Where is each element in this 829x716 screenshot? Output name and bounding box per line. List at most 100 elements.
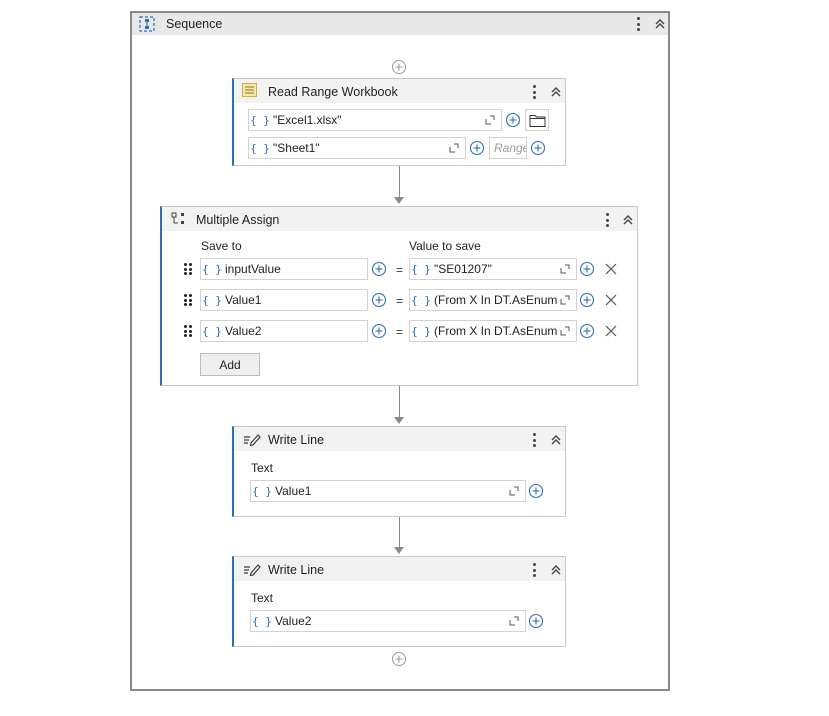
range-placeholder: Range [494, 141, 526, 155]
sheet-plus-icon[interactable] [469, 140, 485, 156]
equals-sign: = [396, 294, 404, 308]
write-line-text-value: Value2 [275, 614, 312, 628]
expression-brace-icon: { } [252, 614, 272, 628]
assign-target-value: Value1 [225, 293, 262, 307]
write-line-title: Write Line [268, 563, 325, 577]
remove-row-icon[interactable] [605, 325, 617, 337]
assign-value-input[interactable]: { } "SE01207" [409, 258, 577, 280]
assign-value-input[interactable]: { } (From X In DT.AsEnum [409, 320, 577, 342]
flow-connector [399, 386, 400, 418]
flow-connector [399, 517, 400, 548]
write-line-icon [244, 434, 261, 446]
value-to-save-header: Value to save [409, 239, 481, 253]
target-plus-icon[interactable] [371, 292, 387, 308]
flow-arrow-icon [394, 547, 404, 554]
save-to-header: Save to [201, 239, 242, 253]
value-plus-icon[interactable] [579, 292, 595, 308]
assign-value-text: (From X In DT.AsEnum [434, 324, 558, 338]
text-plus-icon[interactable] [528, 483, 544, 499]
add-activity-top-icon[interactable] [391, 59, 407, 75]
write-line-text-input[interactable]: { } Value2 [250, 610, 526, 632]
write-line-collapse-icon[interactable] [549, 563, 563, 577]
sequence-header[interactable]: Sequence [132, 13, 668, 35]
range-plus-icon[interactable] [530, 140, 546, 156]
expression-brace-icon: { } [202, 262, 222, 276]
expression-brace-icon: { } [202, 293, 222, 307]
target-plus-icon[interactable] [371, 323, 387, 339]
write-line-text-value: Value1 [275, 484, 312, 498]
equals-sign: = [396, 325, 404, 339]
write-line-title: Write Line [268, 433, 325, 447]
browse-folder-button[interactable] [525, 109, 549, 131]
expand-editor-icon[interactable] [509, 486, 519, 496]
workbook-plus-icon[interactable] [505, 112, 521, 128]
expand-editor-icon[interactable] [449, 143, 459, 153]
expand-editor-icon[interactable] [560, 295, 570, 305]
workbook-path-input[interactable]: { } "Excel1.xlsx" [248, 109, 502, 131]
expression-brace-icon: { } [250, 113, 270, 127]
write-line-activity[interactable]: Write Line [232, 556, 566, 647]
read-range-collapse-icon[interactable] [549, 85, 563, 99]
expression-brace-icon: { } [411, 324, 431, 338]
text-label: Text [251, 591, 274, 605]
remove-row-icon[interactable] [605, 294, 617, 306]
sequence-menu-button[interactable] [635, 16, 641, 32]
remove-row-icon[interactable] [605, 263, 617, 275]
multiple-assign-collapse-icon[interactable] [621, 213, 635, 227]
sheet-name-input[interactable]: { } "Sheet1" [248, 137, 466, 159]
excel-sheet-icon [242, 83, 257, 97]
assign-target-value: Value2 [225, 324, 262, 338]
text-label: Text [251, 461, 274, 475]
add-assignment-button[interactable]: Add [200, 353, 260, 376]
read-range-menu-button[interactable] [531, 84, 537, 100]
assign-value-text: (From X In DT.AsEnum [434, 293, 558, 307]
assign-target-input[interactable]: { } inputValue [200, 258, 368, 280]
drag-handle-icon[interactable] [184, 325, 192, 337]
value-plus-icon[interactable] [579, 323, 595, 339]
multiple-assign-menu-button[interactable] [604, 212, 610, 228]
expand-editor-icon[interactable] [560, 264, 570, 274]
expand-editor-icon[interactable] [509, 616, 519, 626]
target-plus-icon[interactable] [371, 261, 387, 277]
write-line-header[interactable]: Write Line [234, 557, 565, 581]
flow-arrow-icon [394, 417, 404, 424]
expression-brace-icon: { } [411, 293, 431, 307]
assign-target-value: inputValue [225, 262, 281, 276]
text-plus-icon[interactable] [528, 613, 544, 629]
drag-handle-icon[interactable] [184, 294, 192, 306]
write-line-icon [244, 564, 261, 576]
range-input[interactable]: Range [489, 137, 527, 159]
sequence-icon [139, 16, 155, 32]
write-line-text-input[interactable]: { } Value1 [250, 480, 526, 502]
assign-target-input[interactable]: { } Value1 [200, 289, 368, 311]
read-range-header[interactable]: Read Range Workbook [234, 79, 565, 103]
equals-sign: = [396, 263, 404, 277]
sequence-collapse-icon[interactable] [653, 17, 667, 31]
multiple-assign-title: Multiple Assign [196, 213, 280, 227]
value-plus-icon[interactable] [579, 261, 595, 277]
write-line-collapse-icon[interactable] [549, 433, 563, 447]
flow-arrow-icon [394, 197, 404, 204]
assign-target-input[interactable]: { } Value2 [200, 320, 368, 342]
expand-editor-icon[interactable] [560, 326, 570, 336]
expression-brace-icon: { } [411, 262, 431, 276]
assign-icon [171, 212, 184, 224]
sheet-name-value: "Sheet1" [273, 141, 320, 155]
assign-value-input[interactable]: { } (From X In DT.AsEnum [409, 289, 577, 311]
add-activity-bottom-icon[interactable] [391, 651, 407, 667]
write-line-header[interactable]: Write Line [234, 427, 565, 451]
flow-connector [399, 166, 400, 198]
write-line-menu-button[interactable] [531, 432, 537, 448]
read-range-title: Read Range Workbook [268, 85, 398, 99]
sequence-title: Sequence [166, 17, 223, 31]
write-line-menu-button[interactable] [531, 562, 537, 578]
multiple-assign-header[interactable]: Multiple Assign [162, 207, 637, 231]
assign-value-text: "SE01207" [434, 262, 492, 276]
workbook-path-value: "Excel1.xlsx" [273, 113, 342, 127]
expand-editor-icon[interactable] [485, 115, 495, 125]
expression-brace-icon: { } [250, 141, 270, 155]
write-line-activity[interactable]: Write Line [232, 426, 566, 517]
expression-brace-icon: { } [252, 484, 272, 498]
folder-icon [529, 115, 546, 127]
drag-handle-icon[interactable] [184, 263, 192, 275]
